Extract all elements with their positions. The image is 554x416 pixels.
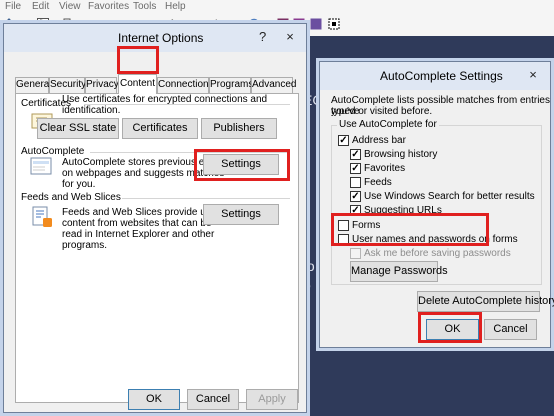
- apply-button[interactable]: Apply: [246, 389, 298, 410]
- autocomplete-settings-button[interactable]: Settings: [203, 154, 279, 175]
- ok-button[interactable]: OK: [128, 389, 180, 410]
- menu-file[interactable]: File: [5, 1, 21, 12]
- autocomplete-description-line: on webpages and suggests matches: [62, 168, 225, 179]
- internet-options-title: Internet Options: [118, 31, 204, 45]
- checkbox-box[interactable]: ✓: [338, 135, 349, 146]
- publishers-button[interactable]: Publishers: [201, 118, 277, 139]
- tab-programs[interactable]: Programs: [209, 77, 253, 93]
- tab-general[interactable]: General: [15, 77, 52, 93]
- close-icon[interactable]: ×: [277, 28, 303, 46]
- certificates-button[interactable]: Certificates: [122, 118, 198, 139]
- tab-content[interactable]: Content: [118, 74, 157, 94]
- feeds-settings-button[interactable]: Settings: [203, 204, 279, 225]
- feeds-description-line: programs.: [62, 240, 108, 251]
- autocomplete-intro-line: typed or visited before.: [331, 106, 433, 117]
- help-question-icon[interactable]: ?: [259, 29, 266, 44]
- clear-ssl-state-button[interactable]: Clear SSL state: [37, 118, 119, 139]
- autocomplete-settings-title: AutoComplete Settings: [380, 69, 503, 83]
- divider: [90, 152, 290, 153]
- checkbox-box[interactable]: [350, 177, 361, 188]
- ok-button[interactable]: OK: [426, 319, 479, 340]
- manage-passwords-button[interactable]: Manage Passwords: [350, 261, 448, 282]
- close-icon[interactable]: ×: [520, 66, 546, 84]
- menu-edit[interactable]: Edit: [32, 1, 49, 12]
- autocomplete-heading: AutoComplete: [21, 146, 85, 157]
- autocomplete-icon: [30, 157, 52, 180]
- screenshot-icon[interactable]: [328, 18, 340, 30]
- checkbox-box[interactable]: ✓: [350, 149, 361, 160]
- menu-tools[interactable]: Tools: [133, 1, 156, 12]
- delete-autocomplete-history-button[interactable]: Delete AutoComplete history...: [417, 291, 554, 312]
- feeds-description-line: read in Internet Explorer and other: [62, 229, 215, 240]
- checkbox-box[interactable]: [338, 234, 349, 245]
- menu-favorites[interactable]: Favorites: [88, 1, 129, 12]
- feeds-heading: Feeds and Web Slices: [21, 192, 121, 203]
- feeds-icon: [31, 206, 53, 231]
- checkbox-box[interactable]: [338, 220, 349, 231]
- research-icon[interactable]: [310, 18, 322, 30]
- content-tab-panel: [15, 93, 299, 403]
- browser-menubar: File Edit View Favorites Tools Help: [0, 0, 554, 14]
- menu-view[interactable]: View: [59, 1, 81, 12]
- checkbox-box[interactable]: ✓: [350, 191, 361, 202]
- feeds-description-line: content from websites that can be: [62, 218, 212, 229]
- tab-security[interactable]: Security: [49, 77, 86, 93]
- autocomplete-description-line: for you.: [62, 179, 96, 190]
- autocomplete-settings-dialog: AutoComplete Settings × AutoComplete lis…: [319, 61, 554, 348]
- tab-advanced[interactable]: Advanced: [251, 77, 296, 93]
- certificates-description: Use certificates for encrypted connectio…: [62, 94, 268, 116]
- tab-connections[interactable]: Connections: [157, 77, 214, 93]
- checkbox-box[interactable]: ✓: [350, 205, 361, 216]
- use-autocomplete-for-label: Use AutoComplete for: [337, 119, 439, 130]
- tab-privacy[interactable]: Privacy: [85, 77, 119, 93]
- divider: [122, 198, 290, 199]
- checkbox-box[interactable]: ✓: [350, 163, 361, 174]
- menu-help[interactable]: Help: [165, 1, 186, 12]
- checkbox-box[interactable]: [350, 248, 361, 259]
- cancel-button[interactable]: Cancel: [187, 389, 239, 410]
- cancel-button[interactable]: Cancel: [484, 319, 537, 340]
- internet-options-dialog: Internet Options ? × General Security Pr…: [3, 23, 307, 413]
